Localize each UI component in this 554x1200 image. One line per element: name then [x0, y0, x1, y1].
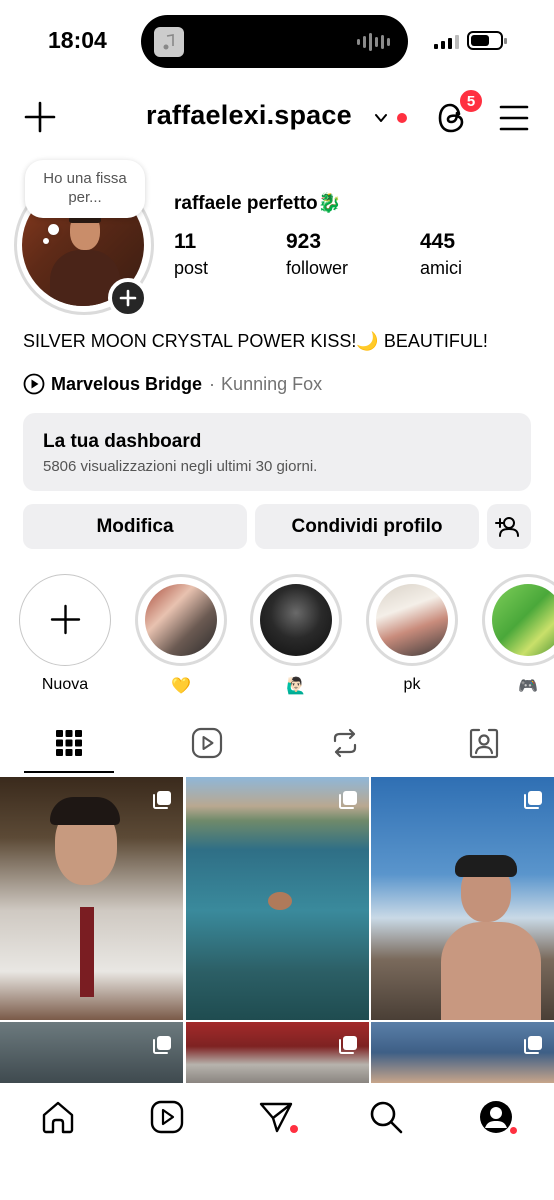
highlight-label: Nuova: [41, 676, 89, 693]
reposts-tab-icon[interactable]: [329, 726, 361, 760]
highlight-label: 💛: [171, 678, 191, 695]
signal-icon: [434, 33, 459, 49]
profile-music[interactable]: Marvelous Bridge · Kunning Fox: [23, 373, 322, 395]
status-bar: 18:04: [0, 0, 554, 84]
multi-image-icon: [524, 1036, 542, 1054]
profile-username[interactable]: raffaelexi.space: [146, 100, 352, 131]
stat-label: post: [174, 258, 209, 278]
dashboard-subtitle: 5806 visualizzazioni negli ultimi 30 gio…: [43, 458, 318, 475]
profile-display-name: raffaele perfetto🐉: [174, 193, 342, 214]
grid-post[interactable]: [371, 1022, 554, 1083]
stat-value: 11: [174, 230, 197, 253]
highlight-thumbnail: [376, 584, 448, 656]
grid-post[interactable]: [186, 1022, 369, 1083]
dynamic-island[interactable]: [141, 15, 408, 68]
highlight-label: pk: [403, 676, 421, 693]
highlight-ring: [366, 574, 458, 666]
music-song-title: Marvelous Bridge: [51, 373, 203, 394]
note-bubble-tail: [48, 224, 59, 235]
music-separator: ·: [209, 373, 216, 394]
highlight-item[interactable]: 💛: [135, 574, 227, 696]
multi-image-icon: [524, 791, 542, 809]
multi-image-icon: [339, 1036, 357, 1054]
grid-post[interactable]: [0, 1022, 183, 1083]
search-icon[interactable]: [368, 1099, 404, 1135]
profile-notification-dot: [508, 1125, 519, 1136]
stat-followers[interactable]: 923 follower: [286, 230, 348, 279]
highlight-label: 🙋🏻‍♂️: [286, 678, 306, 695]
add-person-icon: [495, 517, 519, 537]
chevron-down-icon[interactable]: [373, 110, 389, 126]
professional-dashboard[interactable]: La tua dashboard 5806 visualizzazioni ne…: [23, 413, 531, 491]
multi-image-icon: [153, 791, 171, 809]
dashboard-title: La tua dashboard: [43, 431, 202, 452]
highlight-ring: [135, 574, 227, 666]
multi-image-icon: [339, 791, 357, 809]
stat-posts[interactable]: 11 post: [174, 230, 208, 279]
active-tab-indicator: [24, 771, 114, 773]
highlight-ring: [250, 574, 342, 666]
hamburger-menu-icon[interactable]: [499, 104, 529, 132]
plus-icon: [50, 604, 80, 635]
highlight-ring: [19, 574, 111, 666]
threads-notification-badge: 5: [458, 88, 484, 114]
highlight-thumbnail: [145, 584, 217, 656]
music-artist: Kunning Fox: [221, 373, 323, 394]
highlight-ring: [482, 574, 554, 666]
stat-value: 923: [286, 230, 322, 253]
reels-tab-icon[interactable]: [191, 726, 223, 760]
highlight-new[interactable]: Nuova: [19, 574, 111, 696]
stat-value: 445: [420, 230, 456, 253]
profile-note-bubble[interactable]: Ho una fissa per...: [25, 160, 145, 218]
stat-label: follower: [286, 258, 349, 278]
profile-bio: SILVER MOON CRYSTAL POWER KISS!🌙 BEAUTIF…: [23, 331, 488, 351]
highlight-thumbnail: [492, 584, 554, 656]
grid-post[interactable]: [0, 777, 183, 1020]
direct-messages-icon[interactable]: [258, 1099, 294, 1135]
battery-icon: [467, 31, 507, 50]
stat-label: amici: [420, 258, 463, 278]
grid-post[interactable]: [186, 777, 369, 1020]
stat-friends[interactable]: 445 amici: [420, 230, 462, 279]
highlight-item[interactable]: pk: [366, 574, 458, 696]
grid-tab-icon[interactable]: [53, 726, 85, 760]
edit-profile-button[interactable]: Modifica: [23, 504, 247, 549]
account-notification-dot: [397, 113, 407, 123]
home-icon[interactable]: [40, 1099, 76, 1135]
grid-post[interactable]: [371, 777, 554, 1020]
play-circle-icon: [23, 373, 45, 395]
add-story-plus-icon[interactable]: [108, 278, 148, 318]
create-plus-icon[interactable]: [23, 100, 57, 134]
status-time: 18:04: [48, 27, 107, 53]
music-note-icon: [154, 27, 184, 57]
audio-wave-icon: [357, 32, 390, 52]
messages-notification-dot: [290, 1125, 298, 1133]
multi-image-icon: [153, 1036, 171, 1054]
highlight-item[interactable]: 🎮: [482, 574, 554, 696]
reels-icon[interactable]: [149, 1099, 185, 1135]
highlight-label: 🎮: [518, 678, 538, 695]
note-bubble-tail: [43, 238, 49, 244]
highlight-thumbnail: [260, 584, 332, 656]
share-profile-button[interactable]: Condividi profilo: [255, 504, 479, 549]
highlight-item[interactable]: 🙋🏻‍♂️: [250, 574, 342, 696]
tagged-tab-icon[interactable]: [468, 726, 500, 760]
discover-people-button[interactable]: [487, 504, 531, 549]
